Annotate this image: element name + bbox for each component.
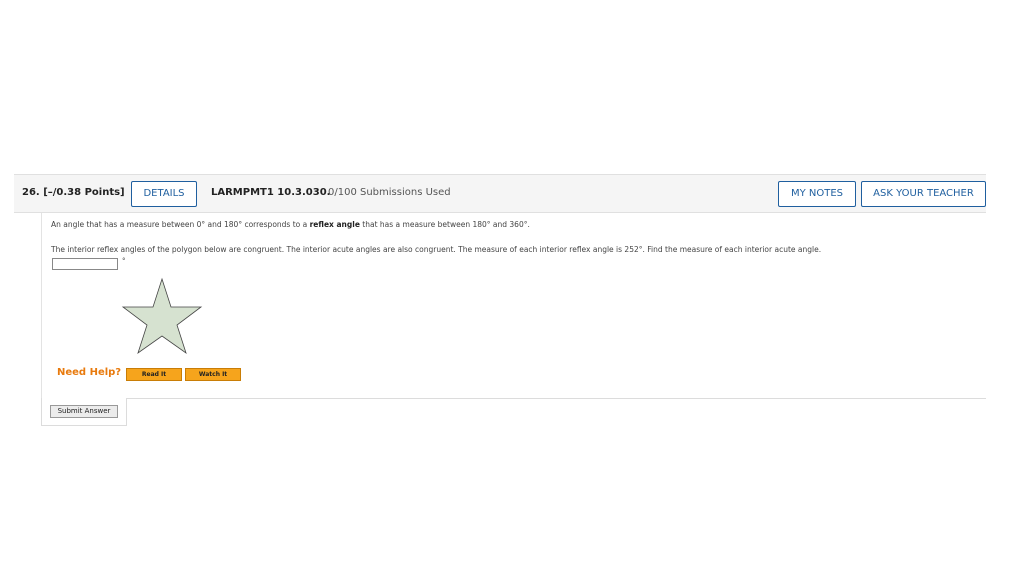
definition-text-start: An angle that has a measure between 0° a… [51, 220, 310, 229]
question-number-points: 26. [–/0.38 Points] [22, 187, 125, 198]
read-it-button[interactable]: Read It [126, 368, 182, 381]
ask-your-teacher-button[interactable]: ASK YOUR TEACHER [861, 181, 986, 207]
question-header: 26. [–/0.38 Points] DETAILS LARMPMT1 10.… [14, 174, 986, 213]
submit-area: Submit Answer [41, 398, 127, 426]
reflex-angle-term: reflex angle [309, 220, 360, 229]
details-button[interactable]: DETAILS [131, 181, 197, 207]
page: 26. [–/0.38 Points] DETAILS LARMPMT1 10.… [0, 0, 1024, 576]
degree-unit: ° [122, 257, 126, 265]
star-polygon [121, 277, 203, 355]
my-notes-button[interactable]: MY NOTES [778, 181, 856, 207]
watch-it-button[interactable]: Watch It [185, 368, 241, 381]
need-help-label: Need Help? [57, 367, 122, 378]
question-code: LARMPMT1 10.3.030. [211, 187, 331, 198]
question-prompt: The interior reflex angles of the polygo… [51, 245, 822, 254]
question-body: An angle that has a measure between 0° a… [41, 213, 986, 399]
footer-divider [127, 398, 986, 399]
submissions-used: 0/100 Submissions Used [328, 187, 451, 198]
answer-input[interactable] [52, 258, 118, 270]
definition-text-end: that has a measure between 180° and 360°… [359, 220, 530, 229]
star-polygon-figure [121, 277, 203, 355]
submit-answer-button[interactable]: Submit Answer [50, 405, 118, 418]
definition-text: An angle that has a measure between 0° a… [51, 220, 530, 229]
